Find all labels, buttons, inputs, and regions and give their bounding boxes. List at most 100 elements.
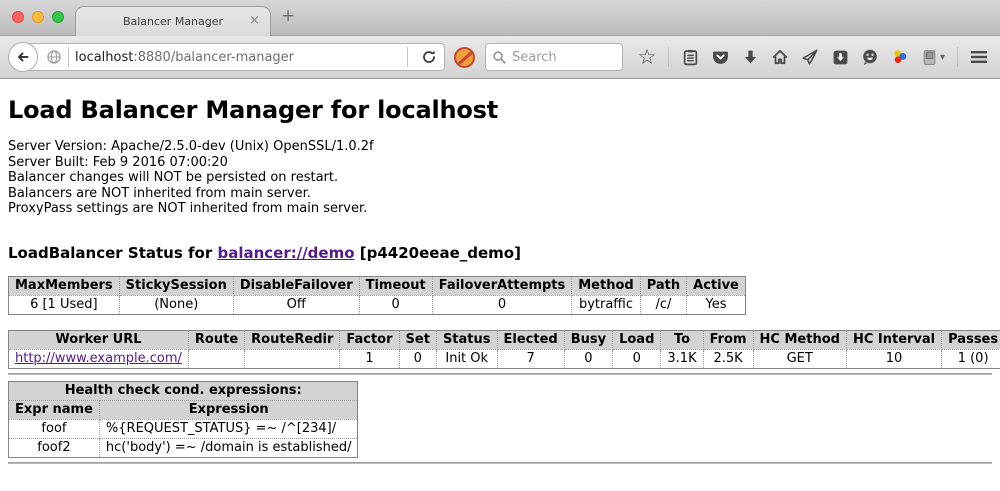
col-route: Route xyxy=(188,330,244,349)
hc-table-title: Health check cond. expressions: xyxy=(9,381,358,400)
worker-url-link[interactable]: http://www.example.com/ xyxy=(15,351,182,366)
container-icon xyxy=(921,49,938,66)
tiles-extension-button[interactable] xyxy=(995,43,1000,71)
colored-dots-extension-button[interactable] xyxy=(886,43,914,71)
col-timeout: Timeout xyxy=(359,276,432,295)
navigation-toolbar: localhost:8880/balancer-manager ☆ xyxy=(0,36,1000,79)
col-stickysession: StickySession xyxy=(119,276,233,295)
back-button[interactable] xyxy=(8,42,38,72)
cell-expr-name: foof2 xyxy=(9,438,100,457)
star-icon: ☆ xyxy=(638,47,657,67)
cell-factor: 1 xyxy=(340,349,399,368)
feedback-smiley-button[interactable] xyxy=(856,43,884,71)
download-arrow-icon xyxy=(742,49,759,66)
cell-hc-method: GET xyxy=(753,349,846,368)
menu-button[interactable] xyxy=(965,43,993,71)
extension-download-button[interactable] xyxy=(826,43,854,71)
persist-warning-line: Balancer changes will NOT be persisted o… xyxy=(8,170,992,186)
reload-icon xyxy=(421,49,437,65)
square-download-icon xyxy=(832,49,849,66)
hamburger-icon xyxy=(970,50,988,64)
url-domain: localhost xyxy=(75,50,133,65)
divider xyxy=(8,373,992,375)
smiley-icon xyxy=(861,48,879,66)
table-row: foof %{REQUEST_STATUS} =~ /^[234]/ xyxy=(9,419,358,438)
server-info: Server Version: Apache/2.5.0-dev (Unix) … xyxy=(8,139,992,217)
cell-to: 3.1K xyxy=(661,349,703,368)
paper-plane-icon xyxy=(801,48,819,66)
col-load: Load xyxy=(613,330,661,349)
col-routeredir: RouteRedir xyxy=(245,330,340,349)
cell-maxmembers: 6 [1 Used] xyxy=(9,295,120,314)
minimize-window-button[interactable] xyxy=(32,11,44,23)
content-blocked-icon[interactable] xyxy=(454,47,475,68)
traffic-lights xyxy=(12,11,64,23)
cell-failoverattempts: 0 xyxy=(432,295,572,314)
downloads-button[interactable] xyxy=(736,43,764,71)
loadbalancer-status-heading: LoadBalancer Status for balancer://demo … xyxy=(8,244,992,262)
urlbar-separator xyxy=(407,47,408,67)
balancer-demo-link[interactable]: balancer://demo xyxy=(217,244,354,262)
cell-expression: hc('body') =~ /domain is established/ xyxy=(99,438,358,457)
reload-button[interactable] xyxy=(415,43,443,71)
balancer-summary-table: MaxMembers StickySession DisableFailover… xyxy=(8,276,746,315)
new-tab-button[interactable]: + xyxy=(281,6,295,26)
toolbar-separator xyxy=(668,47,669,67)
pocket-button[interactable] xyxy=(706,43,734,71)
proxypass-warning-line: ProxyPass settings are NOT inherited fro… xyxy=(8,201,992,217)
cell-status: Init Ok xyxy=(436,349,497,368)
cell-disablefailover: Off xyxy=(233,295,359,314)
globe-icon xyxy=(46,49,62,65)
col-busy: Busy xyxy=(564,330,612,349)
cell-load: 0 xyxy=(613,349,661,368)
cell-busy: 0 xyxy=(564,349,612,368)
col-factor: Factor xyxy=(340,330,399,349)
col-disablefailover: DisableFailover xyxy=(233,276,359,295)
server-version-line: Server Version: Apache/2.5.0-dev (Unix) … xyxy=(8,139,992,155)
zoom-window-button[interactable] xyxy=(52,11,64,23)
table-row: http://www.example.com/ 1 0 Init Ok 7 0 … xyxy=(9,349,1000,368)
page-title: Load Balancer Manager for localhost xyxy=(8,96,992,124)
col-set: Set xyxy=(399,330,436,349)
bookmark-star-button[interactable]: ☆ xyxy=(633,43,661,71)
col-status: Status xyxy=(436,330,497,349)
url-input[interactable]: localhost:8880/balancer-manager xyxy=(75,50,294,65)
cell-elected: 7 xyxy=(497,349,564,368)
browser-window: Balancer Manager × + localhost:8880/bala… xyxy=(0,0,1000,491)
home-icon xyxy=(771,48,789,66)
cell-passes: 1 (0) xyxy=(942,349,1000,368)
cell-expression: %{REQUEST_STATUS} =~ /^[234]/ xyxy=(99,419,358,438)
health-check-table: Health check cond. expressions: Expr nam… xyxy=(8,381,358,458)
browser-tab[interactable]: Balancer Manager × xyxy=(75,6,271,36)
cell-expr-name: foof xyxy=(9,419,100,438)
url-path: :8880/balancer-manager xyxy=(133,50,294,65)
col-hc-method: HC Method xyxy=(753,330,846,349)
cell-from: 2.5K xyxy=(703,349,753,368)
cell-stickysession: (None) xyxy=(119,295,233,314)
send-tab-button[interactable] xyxy=(796,43,824,71)
col-path: Path xyxy=(640,276,686,295)
pocket-icon xyxy=(712,49,729,66)
status-heading-prefix: LoadBalancer Status for xyxy=(8,244,217,262)
toolbar-separator xyxy=(957,47,958,67)
close-window-button[interactable] xyxy=(12,11,24,23)
search-box[interactable] xyxy=(485,43,623,71)
inherit-warning-line: Balancers are NOT inherited from main se… xyxy=(8,186,992,202)
col-worker-url: Worker URL xyxy=(9,330,189,349)
cell-route xyxy=(188,349,244,368)
search-input[interactable] xyxy=(512,50,612,65)
server-built-line: Server Built: Feb 9 2016 07:00:20 xyxy=(8,155,992,171)
table-row: foof2 hc('body') =~ /domain is establish… xyxy=(9,438,358,457)
col-failoverattempts: FailoverAttempts xyxy=(432,276,572,295)
url-bar[interactable]: localhost:8880/balancer-manager xyxy=(23,43,445,71)
col-expr-name: Expr name xyxy=(9,400,100,419)
bookmarks-list-button[interactable] xyxy=(676,43,704,71)
search-icon xyxy=(492,50,507,65)
worker-table: Worker URL Route RouteRedir Factor Set S… xyxy=(8,330,1000,369)
col-expression: Expression xyxy=(99,400,358,419)
tab-close-icon[interactable]: × xyxy=(249,13,260,29)
container-extension-button[interactable]: ▾ xyxy=(916,43,950,71)
home-button[interactable] xyxy=(766,43,794,71)
cell-path: /c/ xyxy=(640,295,686,314)
table-header-row: Expr name Expression xyxy=(9,400,358,419)
